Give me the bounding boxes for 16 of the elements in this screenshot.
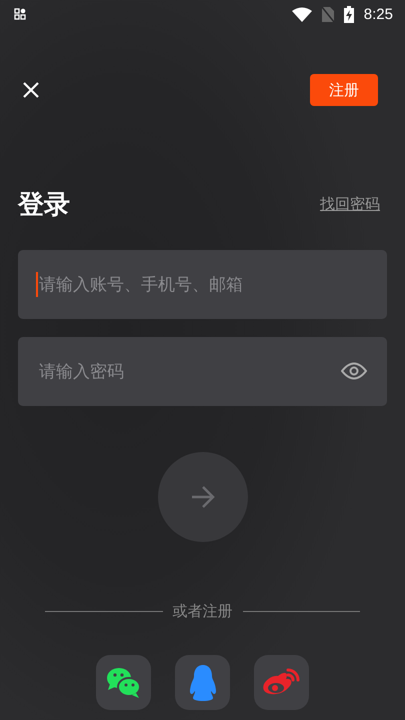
register-button[interactable]: 注册 bbox=[310, 74, 378, 106]
battery-charging-icon bbox=[344, 6, 354, 22]
social-login-button[interactable] bbox=[175, 655, 230, 710]
eye-icon[interactable] bbox=[341, 362, 367, 380]
password-field[interactable]: 请输入密码 bbox=[18, 337, 387, 406]
account-field[interactable]: 请输入账号、手机号、邮箱 bbox=[18, 250, 387, 319]
wifi-icon bbox=[292, 6, 312, 22]
divider-text: 或者注册 bbox=[172, 602, 232, 621]
penguin-icon bbox=[188, 664, 218, 702]
app-grid-icon bbox=[14, 8, 26, 20]
status-time: 8:25 bbox=[364, 6, 393, 22]
forgot-password-link[interactable]: 找回密码 bbox=[320, 194, 380, 214]
arrow-right-icon bbox=[190, 485, 216, 509]
page-title: 登录 bbox=[18, 188, 70, 222]
social-login-button[interactable] bbox=[96, 655, 151, 710]
no-sim-icon bbox=[322, 6, 334, 22]
